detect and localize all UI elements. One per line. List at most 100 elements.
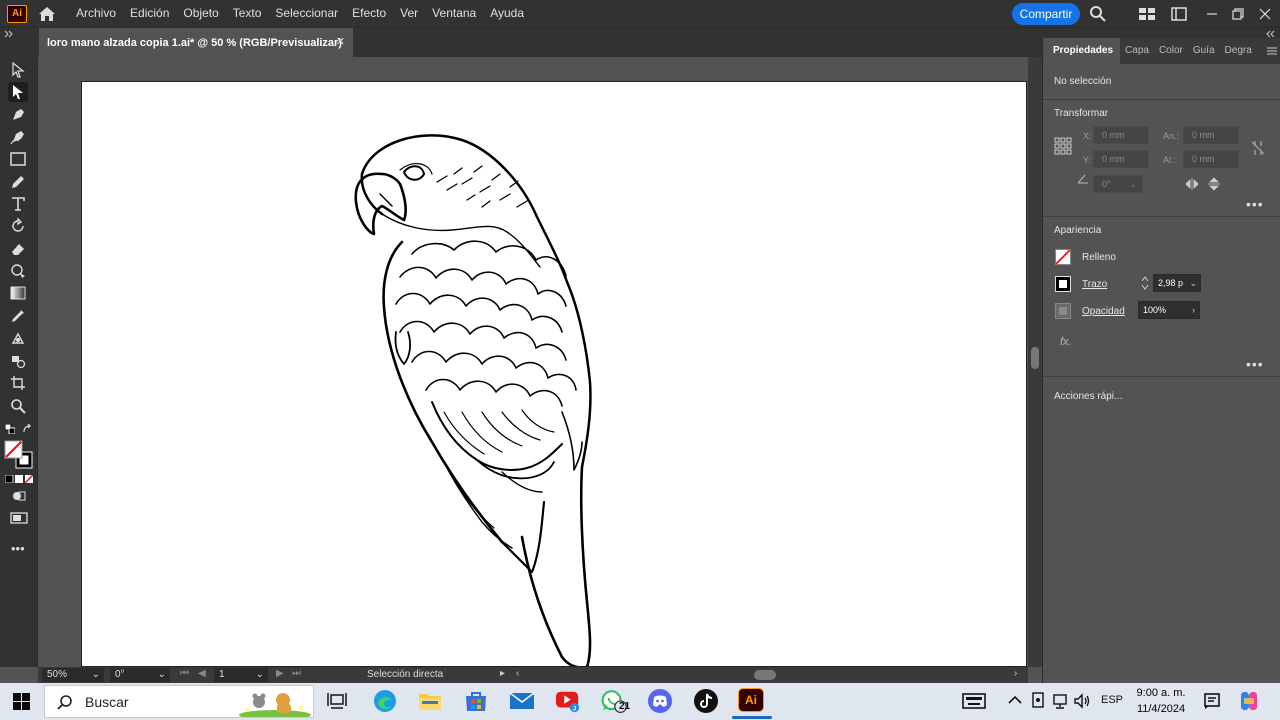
height-field[interactable]: 0 mm [1183, 150, 1239, 168]
type-tool-icon[interactable] [8, 194, 28, 214]
menu-objeto[interactable]: Objeto [176, 0, 225, 27]
microsoft-store-icon[interactable] [463, 688, 489, 714]
fill-stroke-swatch[interactable] [4, 440, 34, 470]
stroke-swatch[interactable] [1055, 276, 1071, 292]
share-button[interactable]: Compartir [1012, 3, 1080, 25]
selection-tool-icon[interactable] [8, 60, 28, 80]
x-field[interactable]: 0 mm [1093, 126, 1149, 144]
eyedropper-tool-icon[interactable] [8, 306, 28, 326]
tab-guia[interactable]: Guía [1188, 38, 1220, 64]
keyboard-icon[interactable] [962, 693, 986, 709]
blend-tool-icon[interactable] [8, 328, 28, 348]
opacity-icon[interactable] [1055, 303, 1071, 319]
document-tab[interactable]: loro mano alzada copia 1.ai* @ 50 % (RGB… [39, 28, 353, 57]
fill-swatch[interactable] [1055, 249, 1071, 265]
youtube-chrome-icon[interactable]: J [555, 688, 581, 714]
tab-color[interactable]: Color [1154, 38, 1188, 64]
screen-mode-icon[interactable] [10, 512, 28, 524]
tab-propiedades[interactable]: Propiedades [1043, 38, 1121, 64]
more-appearance-options-icon[interactable]: ••• [1246, 356, 1264, 372]
rotate-tool-icon[interactable] [8, 216, 28, 236]
restore-icon[interactable] [1229, 5, 1247, 23]
menu-edicion[interactable]: Edición [123, 0, 176, 27]
stroke-stepper-icon[interactable] [1141, 275, 1149, 291]
rectangle-tool-icon[interactable] [8, 149, 28, 169]
vertical-scrollbar[interactable] [1028, 57, 1042, 667]
collapse-panels-icon[interactable] [1265, 30, 1275, 38]
next-artboard-icon[interactable]: ▶ [276, 668, 284, 679]
stroke-label[interactable]: Trazo [1082, 279, 1107, 290]
last-artboard-icon[interactable]: ⏭ [292, 668, 301, 679]
language-indicator[interactable]: ESP [1101, 694, 1123, 706]
color-mode-buttons[interactable] [5, 475, 33, 483]
notifications-icon[interactable] [1203, 692, 1221, 710]
drawing-modes-icon[interactable] [12, 490, 26, 502]
arrange-icon[interactable] [1170, 5, 1188, 23]
minimize-icon[interactable] [1203, 5, 1221, 23]
taskbar-search[interactable]: Buscar [44, 685, 314, 718]
more-transform-options-icon[interactable]: ••• [1246, 196, 1264, 212]
close-icon[interactable] [1256, 5, 1274, 23]
fx-icon[interactable]: fx. [1060, 336, 1072, 348]
menu-archivo[interactable]: Archivo [69, 0, 123, 27]
discord-icon[interactable] [647, 688, 673, 714]
volume-icon[interactable] [1073, 692, 1091, 710]
tab-close-icon[interactable]: ✕ [336, 35, 345, 48]
swap-colors-icon[interactable] [23, 424, 33, 434]
rotation-field[interactable]: 0° ⌄ [110, 668, 170, 682]
home-icon[interactable] [37, 4, 57, 24]
default-colors-icon[interactable] [5, 424, 15, 434]
more-tools-icon[interactable]: ••• [11, 541, 25, 556]
scroll-left-icon[interactable]: ‹ [516, 668, 519, 679]
angle-field[interactable]: 0° ⌄ [1093, 175, 1143, 193]
menu-ayuda[interactable]: Ayuda [483, 0, 531, 27]
windows-start-icon[interactable] [13, 693, 30, 710]
direct-selection-tool-icon[interactable] [8, 82, 28, 102]
flip-vertical-icon[interactable] [1208, 177, 1220, 191]
zoom-field[interactable]: 50% ⌄ [42, 668, 104, 682]
search-icon[interactable] [1089, 5, 1107, 23]
collapse-toolbar-icon[interactable] [4, 30, 14, 38]
vertical-scroll-thumb[interactable] [1031, 347, 1039, 369]
curvature-tool-icon[interactable] [8, 127, 28, 147]
symbol-sprayer-tool-icon[interactable] [8, 351, 28, 371]
parrot-illustration[interactable] [82, 82, 1027, 667]
network-icon[interactable] [1051, 692, 1069, 710]
panel-menu-icon[interactable] [1266, 47, 1277, 55]
pencil-tool-icon[interactable] [8, 172, 28, 192]
status-menu-icon[interactable]: ▸ [500, 668, 505, 679]
opacity-field[interactable]: 100% › [1138, 301, 1200, 319]
previous-artboard-icon[interactable]: ◀ [198, 668, 206, 679]
illustrator-taskbar-icon[interactable]: Ai [738, 688, 764, 712]
system-clock[interactable]: 9:00 a. m. 11/4/2024 [1128, 685, 1194, 717]
canvas-area[interactable] [38, 57, 1038, 667]
y-field[interactable]: 0 mm [1093, 150, 1149, 168]
pen-tool-icon[interactable] [8, 105, 28, 125]
menu-ventana[interactable]: Ventana [425, 0, 483, 27]
edge-icon[interactable] [372, 688, 398, 714]
shape-builder-tool-icon[interactable] [8, 261, 28, 281]
flip-horizontal-icon[interactable] [1185, 178, 1199, 190]
first-artboard-icon[interactable]: ⏮ [180, 668, 189, 679]
tab-degradado[interactable]: Degra [1220, 38, 1257, 64]
gradient-tool-icon[interactable] [8, 283, 28, 303]
chevron-up-icon[interactable] [1008, 695, 1022, 705]
opacity-label[interactable]: Opacidad [1082, 306, 1125, 317]
menu-texto[interactable]: Texto [226, 0, 269, 27]
artboard[interactable] [81, 81, 1027, 667]
artboard-tool-icon[interactable] [8, 373, 28, 393]
mail-icon[interactable] [509, 688, 535, 714]
tab-capas[interactable]: Capa [1120, 38, 1154, 64]
horizontal-scroll-thumb[interactable] [754, 670, 776, 680]
copilot-icon[interactable] [1237, 690, 1261, 712]
menu-ver[interactable]: Ver [393, 0, 425, 27]
stroke-weight-field[interactable]: 2,98 p ⌄ [1153, 274, 1201, 292]
file-explorer-icon[interactable] [417, 688, 443, 714]
artboard-field[interactable]: 1 ⌄ [214, 668, 268, 682]
menu-seleccionar[interactable]: Seleccionar [268, 0, 345, 27]
tiktok-icon[interactable] [693, 688, 719, 714]
eraser-tool-icon[interactable] [8, 239, 28, 259]
width-field[interactable]: 0 mm [1183, 126, 1239, 144]
task-view-icon[interactable] [327, 692, 347, 710]
workspace-icon[interactable] [1138, 5, 1156, 23]
